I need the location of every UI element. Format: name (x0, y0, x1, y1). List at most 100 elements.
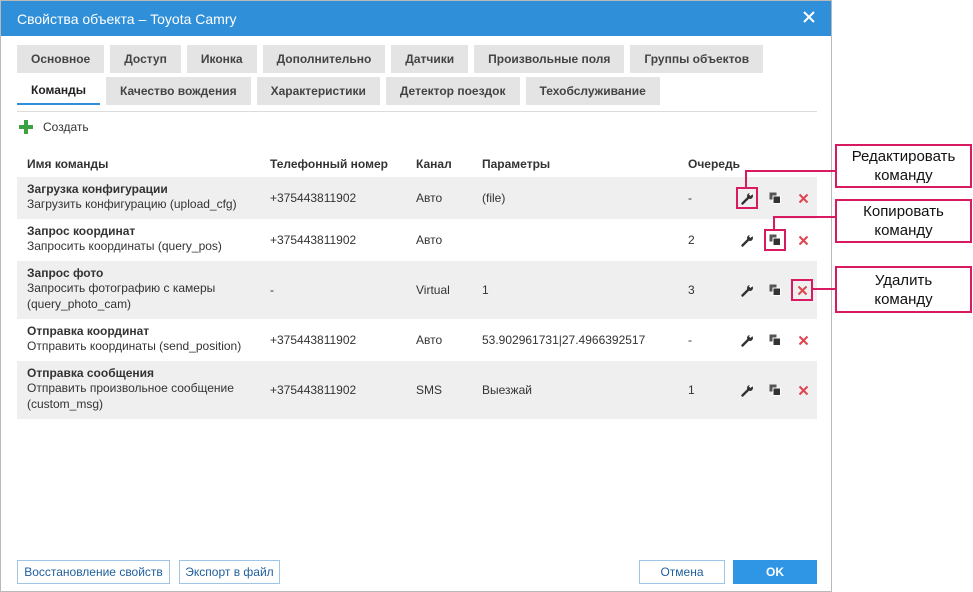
delete-icon[interactable] (794, 231, 812, 249)
channel-cell: Авто (416, 333, 443, 347)
command-title: Отправка координат (27, 324, 150, 338)
dialog-title: Свойства объекта – Toyota Camry (17, 11, 237, 27)
delete-icon[interactable] (791, 279, 813, 301)
column-header-name[interactable]: Имя команды (27, 157, 108, 171)
commands-table: Имя команды Телефонный номер Канал Парам… (17, 151, 817, 419)
channel-cell: Авто (416, 233, 443, 247)
tab-object-groups[interactable]: Группы объектов (630, 45, 764, 73)
column-header-phone[interactable]: Телефонный номер (270, 157, 388, 171)
tabs-row-1: Основное Доступ Иконка Дополнительно Дат… (17, 45, 764, 73)
callout-leader-edit (745, 170, 747, 187)
tab-trip-detector[interactable]: Детектор поездок (385, 77, 520, 105)
table-row[interactable]: Запрос фото Запросить фотографию с камер… (17, 261, 817, 319)
queue-cell: 2 (688, 233, 695, 247)
tabs-divider (17, 111, 817, 112)
tab-sensors[interactable]: Датчики (391, 45, 469, 73)
phone-cell: +375443811902 (270, 383, 357, 397)
delete-icon[interactable] (794, 331, 812, 349)
command-name-cell: Отправка координат Отправить координаты … (27, 324, 241, 354)
callout-copy-command: Копировать команду (835, 199, 972, 243)
command-description: Загрузить конфигурацию (upload_cfg) (27, 197, 237, 211)
copy-icon[interactable] (766, 381, 784, 399)
dialog-titlebar: Свойства объекта – Toyota Camry (1, 1, 831, 36)
params-cell: (file) (482, 191, 506, 205)
phone-cell: +375443811902 (270, 333, 357, 347)
phone-cell: +375443811902 (270, 233, 357, 247)
delete-icon[interactable] (794, 189, 812, 207)
callout-leader-delete (812, 288, 836, 290)
callout-edit-command: Редактировать команду (835, 144, 972, 188)
channel-cell: Virtual (416, 283, 450, 297)
command-title: Отправка сообщения (27, 366, 155, 380)
tab-advanced[interactable]: Дополнительно (262, 45, 386, 73)
restore-properties-button[interactable]: Восстановление свойств (17, 560, 170, 584)
copy-icon[interactable] (766, 281, 784, 299)
command-title: Запрос координат (27, 224, 136, 238)
delete-icon[interactable] (794, 381, 812, 399)
tab-commands[interactable]: Команды (17, 77, 101, 105)
command-title: Запрос фото (27, 266, 104, 280)
command-description: Запросить фотографию с камеры (query_pho… (27, 281, 216, 311)
table-row[interactable]: Загрузка конфигурации Загрузить конфигур… (17, 177, 817, 219)
callout-delete-line2: команду (874, 290, 933, 308)
wrench-icon[interactable] (738, 331, 756, 349)
queue-cell: - (688, 191, 692, 205)
callout-leader-copy-h (773, 216, 836, 218)
copy-icon[interactable] (766, 189, 784, 207)
callout-delete-command: Удалить команду (835, 266, 972, 313)
table-row[interactable]: Запрос координат Запросить координаты (q… (17, 219, 817, 261)
command-name-cell: Загрузка конфигурации Загрузить конфигур… (27, 182, 237, 212)
object-properties-dialog: Свойства объекта – Toyota Camry Основное… (0, 0, 832, 592)
command-name-cell: Запрос координат Запросить координаты (q… (27, 224, 222, 254)
params-cell: 1 (482, 283, 489, 297)
wrench-icon[interactable] (738, 381, 756, 399)
wrench-icon[interactable] (738, 231, 756, 249)
command-description: Отправить координаты (send_position) (27, 339, 242, 353)
table-row[interactable]: Отправка сообщения Отправить произвольно… (17, 361, 817, 419)
close-icon[interactable] (801, 9, 817, 25)
column-header-channel[interactable]: Канал (416, 157, 452, 171)
phone-cell: - (270, 283, 274, 297)
command-description: Отправить произвольное сообщение (custom… (27, 381, 234, 411)
command-description: Запросить координаты (query_pos) (27, 239, 222, 253)
cancel-button[interactable]: Отмена (639, 560, 725, 584)
create-label: Создать (43, 120, 89, 134)
tab-driving-quality[interactable]: Качество вождения (106, 77, 251, 105)
copy-icon[interactable] (766, 331, 784, 349)
channel-cell: SMS (416, 383, 443, 397)
tab-maintenance[interactable]: Техобслуживание (525, 77, 660, 105)
tab-custom-fields[interactable]: Произвольные поля (474, 45, 625, 73)
callout-copy-line2: команду (874, 222, 933, 239)
callout-leader-edit-h (745, 170, 836, 172)
copy-icon[interactable] (764, 229, 786, 251)
phone-cell: +375443811902 (270, 191, 357, 205)
column-header-params[interactable]: Параметры (482, 157, 550, 171)
callout-edit-line1: Редактировать (851, 148, 956, 165)
callout-delete-line1: Удалить (874, 271, 933, 289)
queue-cell: - (688, 333, 692, 347)
command-name-cell: Отправка сообщения Отправить произвольно… (27, 366, 252, 412)
table-header: Имя команды Телефонный номер Канал Парам… (17, 151, 817, 177)
wrench-icon[interactable] (736, 187, 758, 209)
command-title: Загрузка конфигурации (27, 182, 168, 196)
ok-button[interactable]: OK (733, 560, 817, 584)
table-row[interactable]: Отправка координат Отправить координаты … (17, 319, 817, 361)
queue-cell: 3 (688, 283, 695, 297)
queue-cell: 1 (688, 383, 695, 397)
params-cell: Выезжай (482, 383, 532, 397)
channel-cell: Авто (416, 191, 443, 205)
wrench-icon[interactable] (738, 281, 756, 299)
callout-copy-line1: Копировать (863, 203, 944, 220)
create-command-button[interactable]: Создать (19, 120, 89, 134)
params-cell: 53.902961731|27.4966392517 (482, 333, 646, 347)
tab-main[interactable]: Основное (17, 45, 105, 73)
plus-icon (19, 120, 33, 134)
tab-icon[interactable]: Иконка (186, 45, 257, 73)
callout-edit-line2: команду (874, 167, 933, 184)
tab-access[interactable]: Доступ (110, 45, 181, 73)
export-to-file-button[interactable]: Экспорт в файл (179, 560, 280, 584)
command-name-cell: Запрос фото Запросить фотографию с камер… (27, 266, 252, 312)
tab-characteristics[interactable]: Характеристики (256, 77, 380, 105)
tabs-row-2: Команды Качество вождения Характеристики… (17, 77, 660, 105)
column-header-queue[interactable]: Очередь (688, 157, 740, 171)
